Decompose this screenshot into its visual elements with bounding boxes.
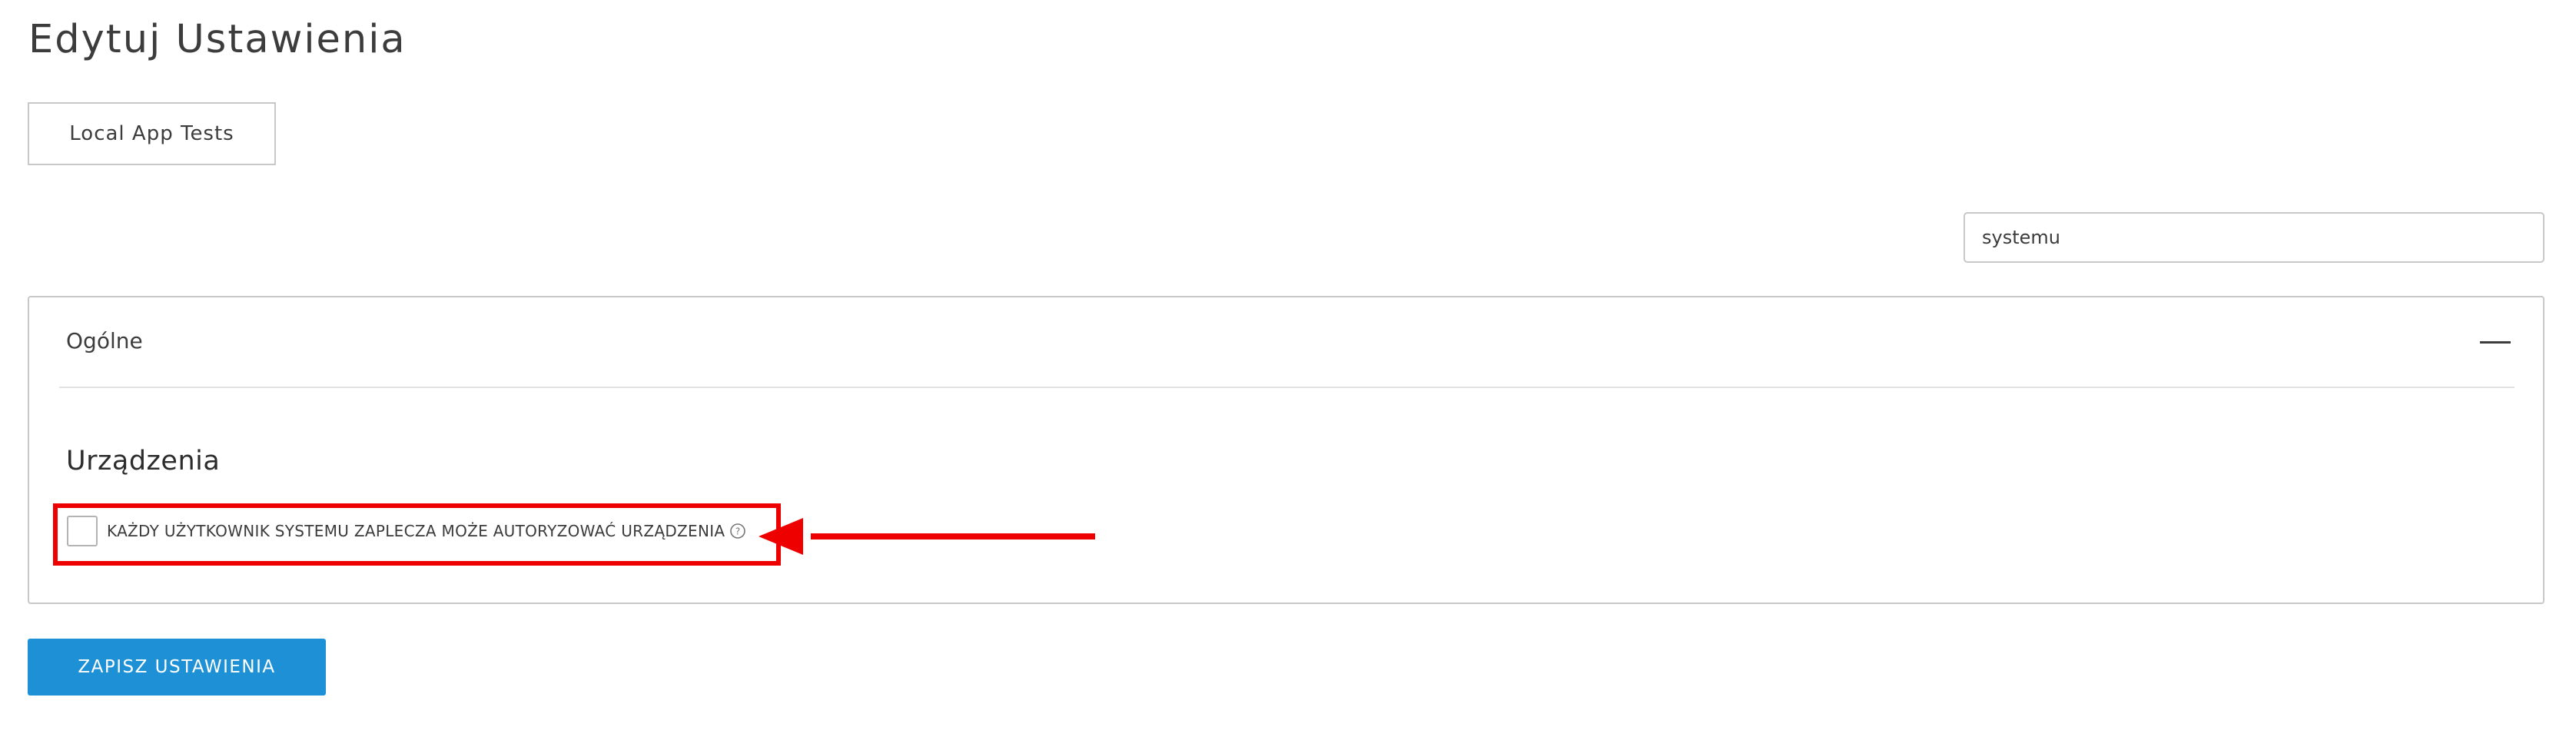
minus-icon[interactable] (2478, 325, 2512, 359)
question-circle-icon[interactable]: ? (729, 523, 746, 540)
section-panel-general: Ogólne Urządzenia KAŻDY UŻYTKOWNIK SYSTE… (28, 296, 2544, 604)
svg-text:?: ? (735, 526, 740, 537)
setting-row: KAŻDY UŻYTKOWNIK SYSTEMU ZAPLECZA MOŻE A… (67, 514, 746, 548)
section-header[interactable]: Ogólne (29, 297, 2543, 388)
settings-page: Edytuj Ustawienia Local App Tests Ogólne… (0, 0, 2576, 747)
authorize-devices-checkbox[interactable] (67, 516, 98, 546)
section-title: Ogólne (66, 328, 143, 354)
tab-local-app-tests[interactable]: Local App Tests (28, 102, 276, 165)
section-divider (59, 387, 2515, 388)
annotation-arrow (759, 518, 1095, 555)
setting-label: KAŻDY UŻYTKOWNIK SYSTEMU ZAPLECZA MOŻE A… (107, 522, 725, 540)
page-title: Edytuj Ustawienia (28, 17, 407, 62)
search-input[interactable] (1964, 212, 2544, 263)
save-settings-button[interactable]: ZAPISZ USTAWIENIA (28, 639, 326, 696)
group-heading-devices: Urządzenia (66, 446, 221, 476)
